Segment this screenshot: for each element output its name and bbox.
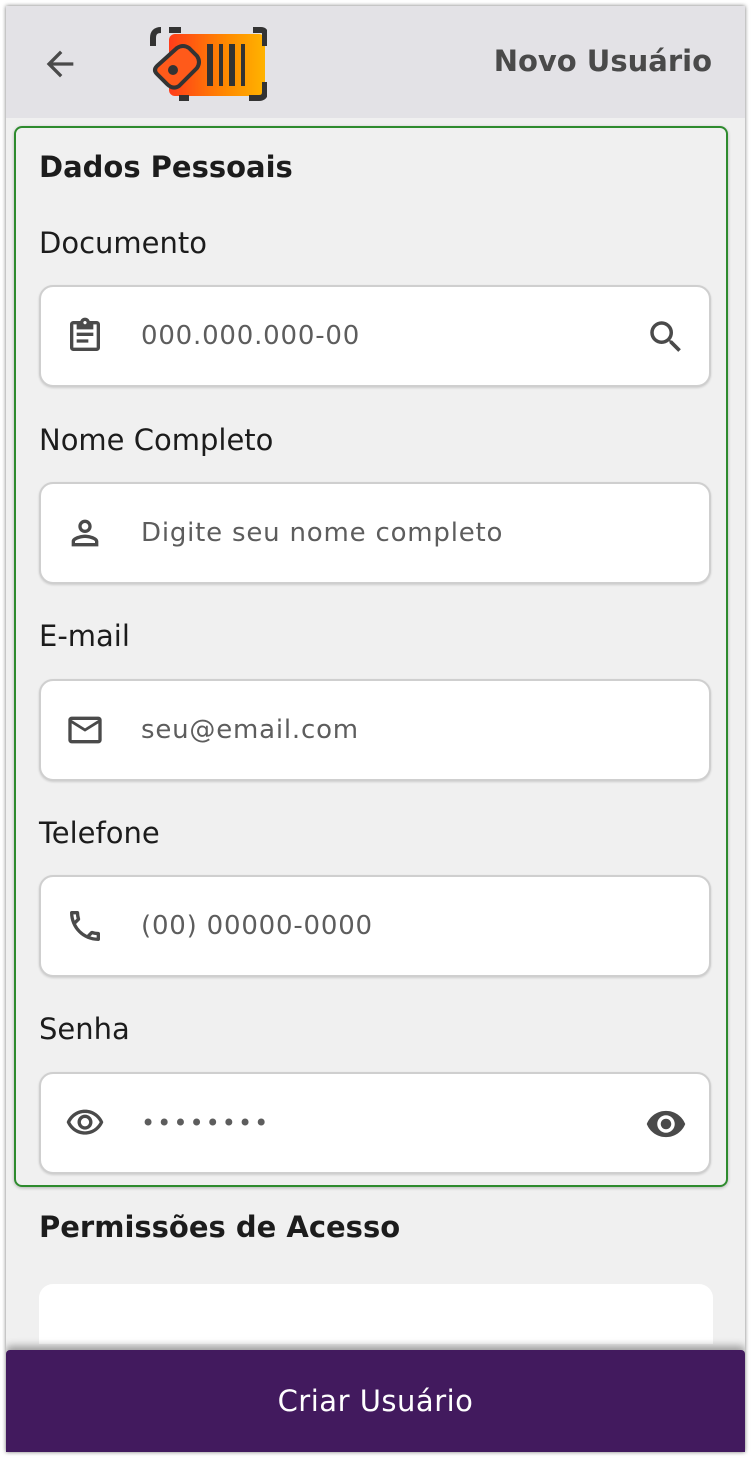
phone-input[interactable]: (00) 00000-0000 <box>141 877 373 975</box>
name-field[interactable]: Digite seu nome completo <box>39 482 711 584</box>
phone-label: Telefone <box>39 816 160 850</box>
permissions-title: Permissões de Acesso <box>39 1210 401 1244</box>
arrow-left-icon <box>46 50 74 78</box>
search-button[interactable] <box>645 316 687 358</box>
mail-icon <box>68 716 102 744</box>
name-label: Nome Completo <box>39 423 274 457</box>
password-field[interactable]: •••••••• <box>39 1072 711 1174</box>
document-input[interactable]: 000.000.000-00 <box>141 287 360 385</box>
phone-field[interactable]: (00) 00000-0000 <box>39 875 711 977</box>
clipboard-icon <box>70 317 100 351</box>
app-screen: Novo Usuário Dados Pessoais Documento 00… <box>6 6 745 1452</box>
email-label: E-mail <box>39 619 130 653</box>
search-icon <box>650 321 681 352</box>
app-logo <box>149 26 267 102</box>
password-input[interactable]: •••••••• <box>141 1074 270 1172</box>
app-bar: Novo Usuário <box>6 6 745 118</box>
person-icon <box>71 519 99 547</box>
phone-icon <box>70 911 100 941</box>
back-button[interactable] <box>40 44 80 84</box>
email-input[interactable]: seu@email.com <box>141 681 359 779</box>
document-field[interactable]: 000.000.000-00 <box>39 285 711 387</box>
personal-data-title: Dados Pessoais <box>39 150 293 184</box>
create-user-label: Criar Usuário <box>277 1384 474 1418</box>
eye-icon <box>646 1110 686 1138</box>
document-label: Documento <box>39 226 207 260</box>
page-title: Novo Usuário <box>493 44 712 78</box>
email-field[interactable]: seu@email.com <box>39 679 711 781</box>
create-user-button[interactable]: Criar Usuário <box>6 1350 745 1452</box>
name-input[interactable]: Digite seu nome completo <box>141 484 503 582</box>
toggle-password-visibility-button[interactable] <box>645 1103 687 1145</box>
permissions-card <box>39 1284 713 1344</box>
password-label: Senha <box>39 1012 130 1046</box>
eye-outline-icon <box>66 1109 104 1135</box>
